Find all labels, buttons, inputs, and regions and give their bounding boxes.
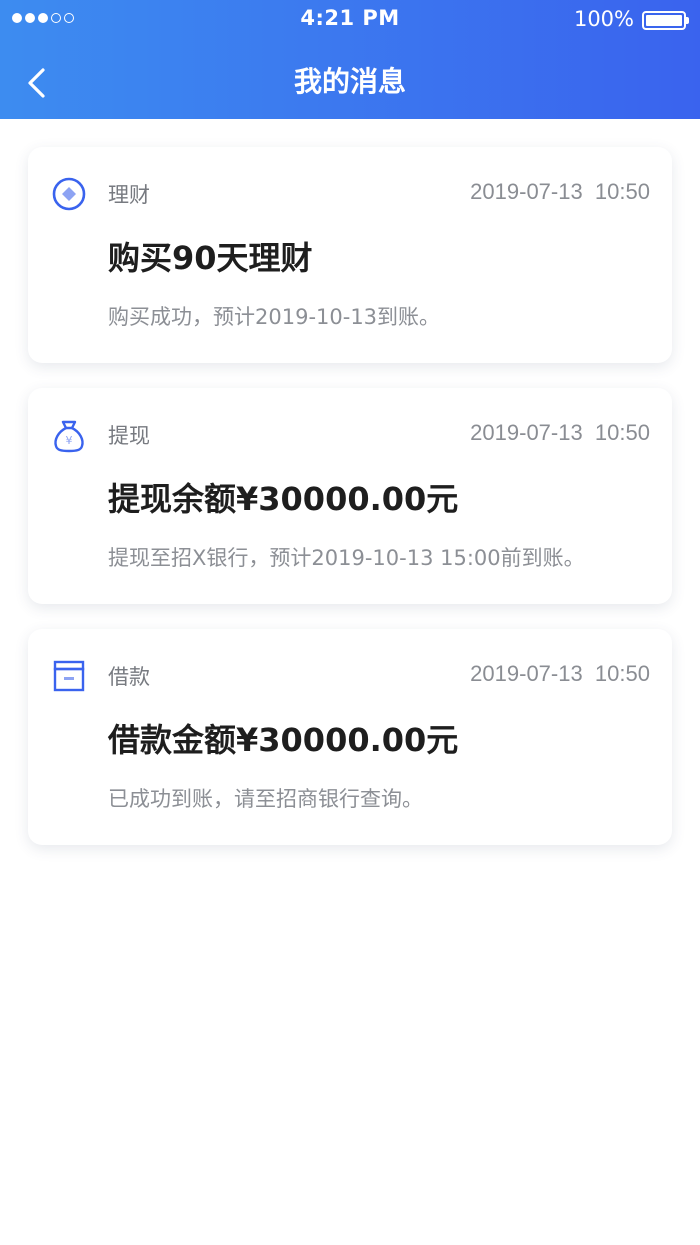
page-title: 我的消息 (293, 65, 406, 98)
message-card[interactable]: 理财 2019-07-13 10:50 购买90天理财 购买成功，预计2019-… (28, 147, 672, 363)
message-card[interactable]: ¥ 提现 2019-07-13 10:50 提现余额¥30000.00元 提现至… (28, 388, 672, 604)
message-category: 借款 (108, 665, 150, 689)
status-bar: 4:21 PM 100% (0, 0, 700, 40)
message-description: 购买成功，预计2019-10-13到账。 (108, 305, 441, 329)
message-datetime: 2019-07-13 10:50 (470, 420, 650, 445)
message-datetime: 2019-07-13 10:50 (470, 179, 650, 204)
message-datetime: 2019-07-13 10:50 (470, 661, 650, 686)
message-title: 借款金额¥30000.00元 (108, 721, 459, 759)
finance-coin-icon (52, 177, 86, 211)
battery-icon (642, 11, 689, 30)
message-card[interactable]: 借款 2019-07-13 10:50 借款金额¥30000.00元 已成功到账… (28, 629, 672, 845)
message-title: 购买90天理财 (108, 239, 313, 277)
message-category: 提现 (108, 424, 150, 448)
money-bag-icon: ¥ (54, 420, 84, 453)
message-title: 提现余额¥30000.00元 (108, 480, 459, 518)
message-category: 理财 (108, 183, 150, 207)
battery-percent: 100% (573, 7, 634, 31)
message-description: 提现至招X银行，预计2019-10-13 15:00前到账。 (108, 546, 585, 570)
message-description: 已成功到账，请至招商银行查询。 (108, 787, 423, 811)
header: 4:21 PM 100% 我的消息 (0, 0, 700, 119)
svg-text:¥: ¥ (66, 434, 73, 447)
wallet-box-icon (53, 660, 85, 692)
